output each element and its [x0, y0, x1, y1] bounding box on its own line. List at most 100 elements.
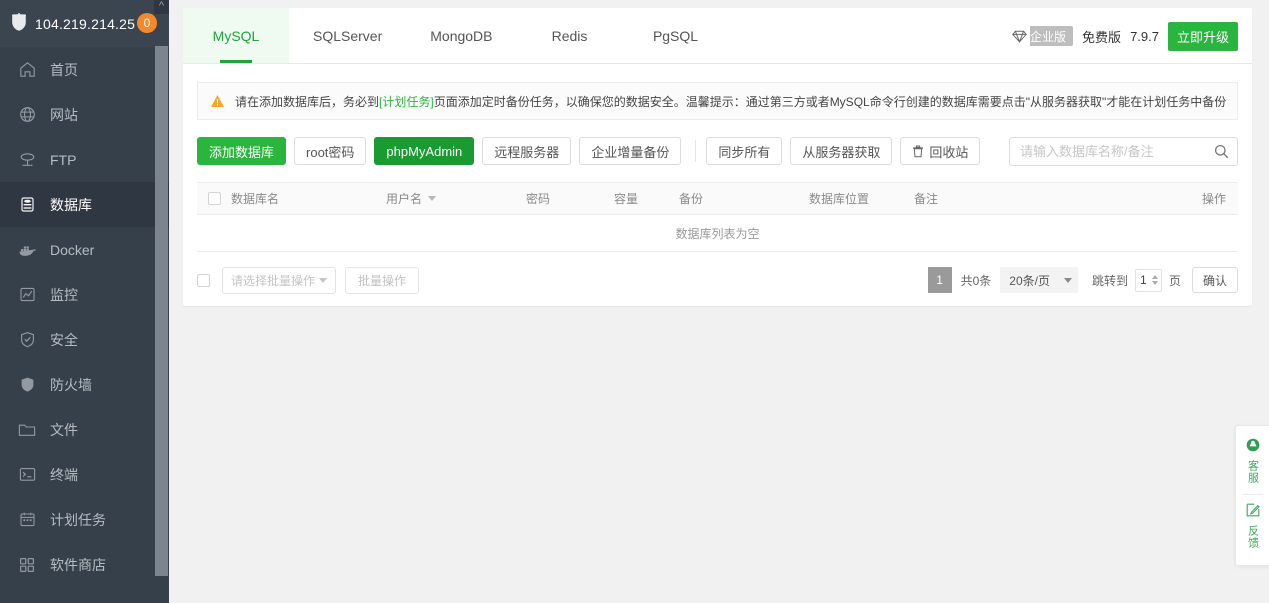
message-badge[interactable]: 0 [137, 13, 157, 33]
stepper-icon[interactable] [1152, 275, 1158, 285]
stepper-down-icon[interactable] [1152, 281, 1158, 285]
confirm-button[interactable]: 确认 [1192, 267, 1238, 293]
enterprise-backup-button[interactable]: 企业增量备份 [579, 137, 681, 165]
terminal-icon [16, 466, 38, 484]
column-header-用户名[interactable]: 用户名 [386, 190, 526, 207]
select-all-checkbox[interactable] [208, 192, 221, 205]
sidebar-item-label: Docker [50, 242, 94, 258]
float-panel-divider [1242, 494, 1263, 495]
column-header-数据库位置: 数据库位置 [809, 190, 914, 207]
column-header-数据库名: 数据库名 [231, 190, 386, 207]
column-header-备注: 备注 [914, 190, 1184, 207]
column-header-label: 数据库名 [231, 190, 279, 207]
bulk-action-select[interactable]: 请选择批量操作 [222, 267, 336, 294]
column-header-label: 备注 [914, 190, 938, 207]
sidebar-item-首页[interactable]: 首页 [0, 47, 169, 92]
enterprise-badge[interactable]: 企业版 [1008, 26, 1073, 46]
sidebar-item-label: 数据库 [50, 195, 92, 215]
chevron-up-icon[interactable]: ^ [154, 0, 169, 14]
chevron-down-icon [1064, 278, 1072, 283]
diamond-icon [1008, 26, 1030, 46]
root-password-button[interactable]: root密码 [294, 137, 366, 165]
enterprise-badge-label: 企业版 [1030, 28, 1066, 45]
search-icon[interactable] [1206, 138, 1237, 165]
bulk-action-select-label: 请选择批量操作 [231, 272, 315, 289]
sidebar-item-安全[interactable]: 安全 [0, 317, 169, 362]
sync-all-button[interactable]: 同步所有 [706, 137, 782, 165]
main-content: MySQLSQLServerMongoDBRedisPgSQL 企业版 免费版 … [169, 0, 1269, 603]
tab-redis[interactable]: Redis [517, 8, 623, 63]
warning-triangle-icon [210, 94, 225, 108]
version-info: 企业版 免费版 7.9.7 立即升级 [1008, 8, 1238, 64]
globe-icon [16, 106, 38, 124]
sidebar-item-软件商店[interactable]: 软件商店 [0, 542, 169, 587]
customer-service-label: 客服 [1245, 460, 1261, 484]
database-table: 数据库名用户名密码容量备份数据库位置备注操作 数据库列表为空 [197, 182, 1238, 252]
sidebar-item-监控[interactable]: 监控 [0, 272, 169, 317]
tab-sqlserver[interactable]: SQLServer [289, 8, 406, 63]
customer-service-button[interactable]: 客服 [1236, 434, 1269, 490]
phpmyadmin-button[interactable]: phpMyAdmin [374, 137, 474, 165]
table-header-row: 数据库名用户名密码容量备份数据库位置备注操作 [197, 183, 1238, 215]
column-header-备份: 备份 [679, 190, 809, 207]
column-header-label: 容量 [614, 190, 638, 207]
upgrade-button[interactable]: 立即升级 [1168, 22, 1238, 51]
headset-icon [1246, 438, 1260, 455]
search-box [1009, 137, 1238, 166]
sidebar-item-FTP[interactable]: FTP [0, 137, 169, 182]
recycle-bin-label: 回收站 [929, 142, 968, 161]
remote-server-button[interactable]: 远程服务器 [482, 137, 571, 165]
sidebar-item-label: 软件商店 [50, 555, 106, 575]
tabs-list: MySQLSQLServerMongoDBRedisPgSQL [183, 8, 729, 63]
column-header-label: 数据库位置 [809, 190, 869, 207]
pencil-square-icon [1246, 503, 1260, 520]
column-header-label: 密码 [526, 190, 550, 207]
sidebar-item-label: 网站 [50, 105, 78, 125]
db-toolbar: 添加数据库 root密码 phpMyAdmin 远程服务器 企业增量备份 同步所… [197, 137, 1238, 165]
database-panel: MySQLSQLServerMongoDBRedisPgSQL 企业版 免费版 … [183, 8, 1252, 306]
tab-pgsql[interactable]: PgSQL [623, 8, 729, 63]
sidebar-item-文件[interactable]: 文件 [0, 407, 169, 452]
tab-mysql[interactable]: MySQL [183, 8, 289, 63]
notice-text-before: 请在添加数据库后，务必到 [235, 93, 379, 110]
page-unit-label: 页 [1169, 272, 1181, 289]
page-number-1[interactable]: 1 [928, 267, 952, 293]
add-database-button[interactable]: 添加数据库 [197, 137, 286, 165]
jump-page-input[interactable]: 1 [1135, 269, 1162, 292]
folder-icon [16, 421, 38, 439]
sidebar-item-数据库[interactable]: 数据库 [0, 182, 169, 227]
sidebar-header: 104.219.214.25 0 ^ [0, 0, 169, 47]
chevron-down-icon [319, 278, 327, 283]
feedback-button[interactable]: 反馈 [1236, 499, 1269, 555]
fetch-from-server-button[interactable]: 从服务器获取 [790, 137, 892, 165]
table-empty-message: 数据库列表为空 [197, 215, 1238, 251]
table-footer: 请选择批量操作 批量操作 1 共0条 20条/页 跳转到 1 [197, 266, 1238, 294]
select-all-header-checkbox-cell [197, 192, 231, 205]
column-header-密码: 密码 [526, 190, 614, 207]
search-input[interactable] [1010, 138, 1206, 165]
sort-caret-icon[interactable] [428, 196, 436, 201]
total-count-label: 共0条 [952, 267, 1001, 293]
database-icon [16, 196, 38, 214]
grid-icon [16, 556, 38, 574]
bulk-action-button[interactable]: 批量操作 [345, 267, 419, 294]
per-page-select[interactable]: 20条/页 [1000, 267, 1078, 293]
stepper-up-icon[interactable] [1152, 275, 1158, 279]
sidebar-item-计划任务[interactable]: 计划任务 [0, 497, 169, 542]
shield-icon [10, 13, 28, 32]
sidebar-item-label: 监控 [50, 285, 78, 305]
sidebar-item-网站[interactable]: 网站 [0, 92, 169, 137]
sidebar-scrollbar[interactable] [155, 46, 168, 576]
scheduled-task-link[interactable]: [计划任务] [379, 93, 434, 110]
toolbar-divider [695, 140, 696, 162]
db-type-tabs: MySQLSQLServerMongoDBRedisPgSQL 企业版 免费版 … [183, 8, 1252, 64]
notice-text-after: 页面添加定时备份任务，以确保您的数据安全。温馨提示：通过第三方或者MySQL命令… [434, 93, 1227, 110]
sidebar-item-防火墙[interactable]: 防火墙 [0, 362, 169, 407]
notice-bar: 请在添加数据库后，务必到 [计划任务] 页面添加定时备份任务，以确保您的数据安全… [197, 82, 1238, 120]
sidebar-item-终端[interactable]: 终端 [0, 452, 169, 497]
sidebar-item-Docker[interactable]: Docker [0, 227, 169, 272]
select-all-footer-checkbox[interactable] [197, 274, 210, 287]
tab-mongodb[interactable]: MongoDB [406, 8, 516, 63]
column-header-label: 用户名 [386, 190, 422, 207]
recycle-bin-button[interactable]: 回收站 [900, 137, 980, 165]
